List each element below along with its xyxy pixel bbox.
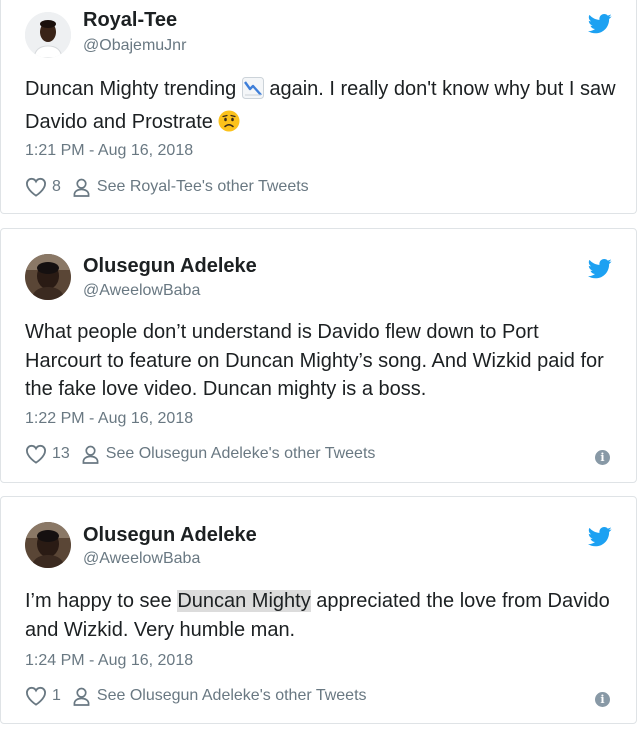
avatar[interactable] [25,522,71,568]
like-count: 8 [52,178,61,195]
tweet-timestamp[interactable]: 1:21 PM - Aug 16, 2018 [25,142,193,160]
author-handle[interactable]: @ObajemuJnr [83,37,186,55]
author-handle[interactable]: @AweelowBaba [83,282,200,300]
heart-icon[interactable] [25,686,47,706]
chart-decreasing-icon [241,77,264,108]
avatar[interactable] [25,254,71,300]
tweet-text-part: I’m happy to see [25,590,178,612]
tweet-timestamp[interactable]: 1:22 PM - Aug 16, 2018 [25,410,193,428]
tweet-text: What people don’t understand is Davido f… [25,321,604,400]
tweet-timestamp[interactable]: 1:24 PM - Aug 16, 2018 [25,652,193,670]
person-icon[interactable] [73,178,90,197]
tweet-actions: 13 See Olusegun Adeleke's other Tweets [25,444,375,464]
like-count: 1 [52,687,61,704]
person-icon[interactable] [82,445,99,464]
see-other-tweets-link[interactable]: See Royal-Tee's other Tweets [97,178,309,196]
heart-icon[interactable] [25,444,47,464]
author-name[interactable]: Royal-Tee [83,9,177,32]
tweet-card[interactable]: Royal-Tee @ObajemuJnr Duncan Mighty tren… [0,0,637,214]
see-other-tweets-link[interactable]: See Olusegun Adeleke's other Tweets [106,445,376,463]
tweet-card[interactable]: Olusegun Adeleke @AweelowBaba I’m happy … [0,496,637,724]
tweet-text-part: Duncan Mighty trending [25,78,242,100]
person-icon[interactable] [73,687,90,706]
author-name[interactable]: Olusegun Adeleke [83,524,257,547]
info-icon[interactable]: i [595,692,610,707]
tweet-card[interactable]: Olusegun Adeleke @AweelowBaba What peopl… [0,228,637,483]
like-count: 13 [52,445,70,462]
tweet-text: Duncan Mighty trending again. I really d… [25,75,617,140]
worried-face-icon [218,110,240,141]
tweet-actions: 8 See Royal-Tee's other Tweets [25,177,309,197]
tweet-text: I’m happy to see Duncan Mighty appreciat… [25,587,617,644]
tweet-actions: 1 See Olusegun Adeleke's other Tweets [25,686,367,706]
twitter-bird-icon[interactable] [588,259,612,279]
twitter-bird-icon[interactable] [588,527,612,547]
info-icon[interactable]: i [595,450,610,465]
highlighted-text: Duncan Mighty [177,590,311,612]
author-handle[interactable]: @AweelowBaba [83,550,200,568]
twitter-bird-icon[interactable] [588,14,612,34]
heart-icon[interactable] [25,177,47,197]
author-name[interactable]: Olusegun Adeleke [83,255,257,278]
see-other-tweets-link[interactable]: See Olusegun Adeleke's other Tweets [97,687,367,705]
avatar[interactable] [25,12,71,58]
